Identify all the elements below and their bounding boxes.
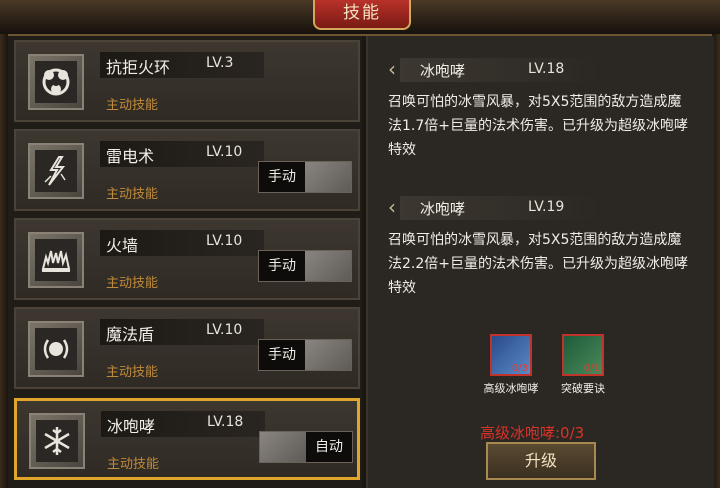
skill-type: 主动技能 — [106, 98, 159, 113]
skill-name: 抗拒火环 — [106, 58, 171, 77]
skill-name: 火墙 — [106, 236, 139, 255]
chevron-left-icon: ‹ — [388, 195, 396, 219]
lightning-icon — [28, 143, 84, 199]
skill-detail-panel: ‹ 冰咆哮 LV.18 召唤可怕的冰雪风暴，对5X5范围的敌方造成魔法1.7倍+… — [366, 36, 714, 488]
fire-wall-icon — [28, 232, 84, 288]
detail-skill-level: LV.19 — [528, 199, 565, 215]
skill-name: 雷电术 — [106, 147, 155, 166]
magic-shield-icon — [28, 321, 84, 377]
skill-row-fire-ring[interactable]: 抗拒火环 LV.3 主动技能 — [14, 40, 360, 122]
material-label: 高级冰咆哮 — [483, 382, 539, 395]
fire-ring-icon — [28, 54, 84, 110]
skill-level: LV.3 — [206, 55, 234, 71]
mode-label: 手动 — [259, 251, 305, 281]
ice-book-icon[interactable]: 0/3 — [490, 334, 532, 376]
skill-row-lightning[interactable]: 雷电术 LV.10 主动技能 手动 — [14, 129, 360, 211]
mode-slot — [260, 432, 306, 462]
detail-skill-level: LV.18 — [528, 61, 565, 77]
mode-toggle[interactable]: 手动 — [258, 339, 352, 371]
mode-label: 手动 — [259, 162, 305, 192]
mode-toggle[interactable]: 手动 — [258, 250, 352, 282]
chevron-left-icon: ‹ — [388, 57, 396, 81]
window-title: 技能 — [313, 0, 411, 30]
mode-label: 手动 — [259, 340, 305, 370]
skill-name: 冰咆哮 — [107, 417, 156, 436]
snowflake-icon — [29, 413, 85, 469]
mode-label: 自动 — [306, 432, 352, 462]
mode-toggle[interactable]: 手动 — [258, 161, 352, 193]
skill-level: LV.10 — [206, 233, 243, 249]
skill-list: 抗拒火环 LV.3 主动技能 雷电术 LV.10 主动技能 手动 火墙 LV.1… — [8, 36, 362, 488]
next-level-detail: ‹ 冰咆哮 LV.19 召唤可怕的冰雪风暴，对5X5范围的敌方造成魔法2.2倍+… — [388, 194, 698, 300]
skill-type: 主动技能 — [107, 457, 160, 472]
detail-description: 召唤可怕的冰雪风暴，对5X5范围的敌方造成魔法2.2倍+巨量的法术伤害。已升级为… — [388, 232, 688, 296]
skill-level: LV.18 — [207, 414, 244, 430]
upgrade-button[interactable]: 升级 — [486, 442, 596, 480]
skill-name: 魔法盾 — [106, 325, 155, 344]
detail-skill-name: 冰咆哮 — [420, 62, 466, 80]
item-count: 0/1 — [583, 363, 600, 374]
window-left-frame — [0, 34, 8, 488]
skill-level: LV.10 — [206, 322, 243, 338]
detail-skill-name: 冰咆哮 — [420, 200, 466, 218]
skill-row-magic-shield[interactable]: 魔法盾 LV.10 主动技能 手动 — [14, 307, 360, 389]
skill-row-fire-wall[interactable]: 火墙 LV.10 主动技能 手动 — [14, 218, 360, 300]
mode-slot — [305, 251, 351, 281]
skill-type: 主动技能 — [106, 187, 159, 202]
material-label: 突破要诀 — [561, 382, 605, 395]
item-count: 0/3 — [511, 363, 528, 374]
skill-row-ice-roar[interactable]: 冰咆哮 LV.18 主动技能 自动 — [14, 398, 360, 480]
mode-slot — [305, 162, 351, 192]
mode-slot — [305, 340, 351, 370]
skill-type: 主动技能 — [106, 276, 159, 291]
current-level-detail: ‹ 冰咆哮 LV.18 召唤可怕的冰雪风暴，对5X5范围的敌方造成魔法1.7倍+… — [388, 56, 698, 162]
skill-type: 主动技能 — [106, 365, 159, 380]
detail-description: 召唤可怕的冰雪风暴，对5X5范围的敌方造成魔法1.7倍+巨量的法术伤害。已升级为… — [388, 94, 688, 158]
mode-toggle[interactable]: 自动 — [259, 431, 353, 463]
green-book-icon[interactable]: 0/1 — [562, 334, 604, 376]
detail-header: ‹ 冰咆哮 LV.19 — [388, 194, 698, 222]
upgrade-requirement: 高级冰咆哮:0/3 — [480, 424, 585, 442]
detail-header: ‹ 冰咆哮 LV.18 — [388, 56, 698, 84]
skill-level: LV.10 — [206, 144, 243, 160]
